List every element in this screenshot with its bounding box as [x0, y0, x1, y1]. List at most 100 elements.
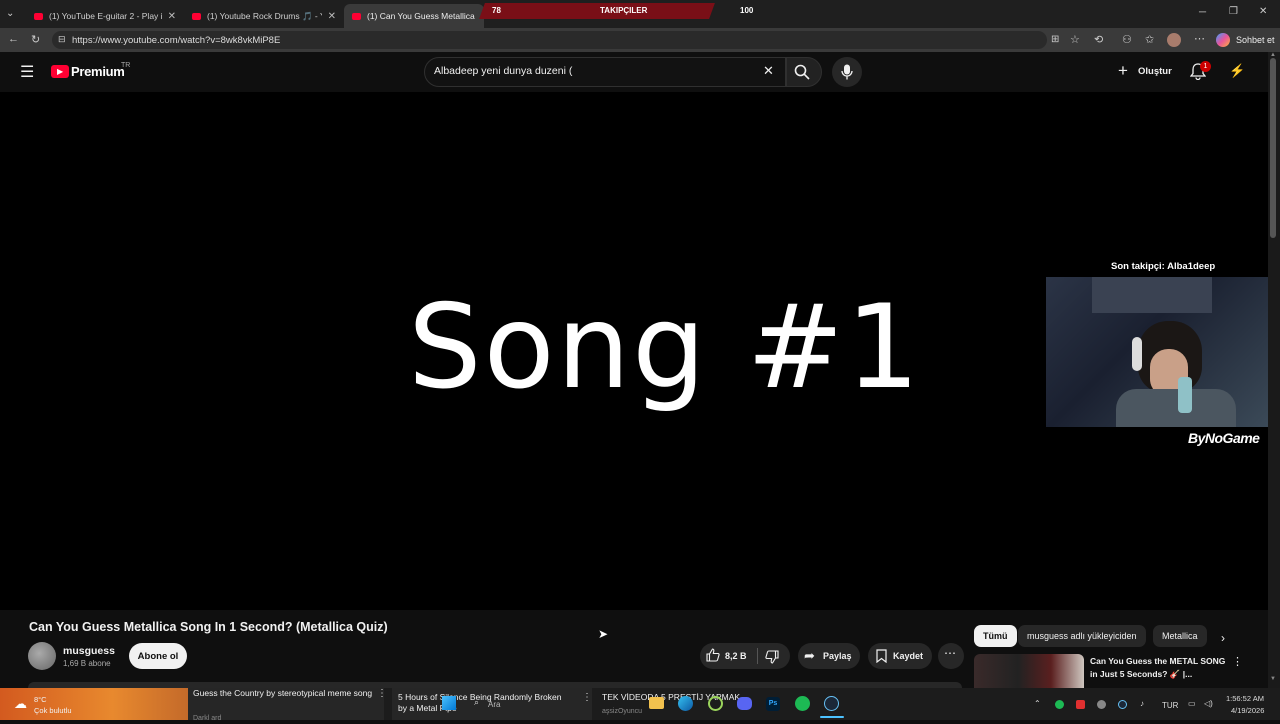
- xbox-icon[interactable]: [708, 696, 723, 711]
- channel-name[interactable]: musguess: [63, 645, 115, 657]
- tab-label: (1) Youtube Rock Drums 🎵 - You: [207, 10, 322, 21]
- page-scrollbar-thumb[interactable]: [1270, 58, 1276, 238]
- channel-avatar[interactable]: [28, 642, 56, 670]
- copilot-icon[interactable]: [1216, 33, 1230, 47]
- save-label[interactable]: Kaydet: [893, 651, 923, 661]
- back-icon[interactable]: ←: [8, 33, 19, 45]
- share-label[interactable]: Paylaş: [823, 651, 852, 661]
- video-overlay-text: Song #1: [408, 280, 922, 415]
- create-button-label[interactable]: Oluştur: [1138, 66, 1172, 77]
- tray-app-icon-3[interactable]: [1097, 700, 1106, 709]
- language-indicator[interactable]: TUR: [1162, 701, 1178, 710]
- follower-goal-label: TAKIPÇILER: [600, 6, 648, 15]
- tray-app-icon-1[interactable]: [1055, 700, 1064, 709]
- more-menu-icon[interactable]: ⋯: [1194, 32, 1205, 45]
- microphone-icon: [841, 64, 853, 80]
- stream-brand-logo: ByNoGame: [1188, 430, 1260, 446]
- scroll-down-icon[interactable]: ▼: [1270, 676, 1276, 682]
- notification-2-menu-icon[interactable]: ⋮: [582, 692, 592, 703]
- dislike-icon[interactable]: [765, 650, 779, 664]
- notification-1-title: Guess the Country by stereotypical meme …: [193, 688, 373, 698]
- tray-app-icon-4[interactable]: [1118, 700, 1127, 709]
- refresh-icon[interactable]: ↻: [31, 33, 40, 46]
- clear-search-icon[interactable]: ✕: [763, 63, 774, 79]
- tab-label: (1) YouTube E-guitar 2 - Play it wit: [49, 11, 162, 21]
- tab-e-guitar[interactable]: (1) YouTube E-guitar 2 - Play it wit ✕: [26, 4, 184, 28]
- close-tab-icon[interactable]: ✕: [168, 11, 176, 22]
- clock-time[interactable]: 1:56:52 AM: [1226, 694, 1264, 703]
- follower-count: 78: [492, 6, 501, 15]
- follower-goal-bar: [479, 3, 715, 19]
- edge-browser-icon[interactable]: [678, 696, 693, 711]
- share-icon: ➦: [804, 648, 815, 663]
- webcam-person-body: [1116, 389, 1236, 427]
- close-tab-icon[interactable]: ✕: [328, 11, 336, 22]
- chip-from-uploader[interactable]: musguess adlı yükleyiciden: [1018, 625, 1146, 647]
- tab-actions-icon[interactable]: ⌄: [6, 8, 14, 19]
- network-icon[interactable]: ▭: [1188, 699, 1196, 708]
- recommended-menu-icon[interactable]: ⋮: [1232, 655, 1243, 668]
- save-bookmark-icon: [876, 649, 887, 663]
- youtube-logo-text[interactable]: Premium: [71, 64, 125, 79]
- active-app-underline: [820, 716, 844, 718]
- taskbar-search-icon[interactable]: ⌕: [474, 697, 479, 708]
- spotify-icon[interactable]: [795, 696, 810, 711]
- profile-avatar-icon[interactable]: [1167, 33, 1181, 47]
- weather-desc: Çok bulutlu: [34, 706, 72, 715]
- recommended-thumbnail[interactable]: [974, 654, 1084, 688]
- chip-all[interactable]: Tümü: [974, 625, 1017, 647]
- like-count[interactable]: 8,2 B: [725, 651, 747, 661]
- like-divider: [757, 648, 758, 664]
- follower-goal-target: 100: [740, 6, 754, 15]
- file-explorer-icon[interactable]: [649, 697, 664, 709]
- taskbar-search-label[interactable]: Ara: [488, 699, 500, 710]
- chip-metallica[interactable]: Metallica: [1153, 625, 1207, 647]
- windows-start-icon[interactable]: [442, 696, 456, 710]
- site-info-icon[interactable]: ⊟: [58, 34, 66, 45]
- favorite-star-icon[interactable]: ☆: [1070, 33, 1080, 46]
- search-icon: [794, 64, 810, 80]
- like-icon[interactable]: [706, 648, 720, 662]
- weather-widget[interactable]: [0, 688, 188, 720]
- clock-date[interactable]: 4/19/2026: [1231, 706, 1264, 715]
- tab-metallica-active[interactable]: (1) Can You Guess Metallica Son: [344, 4, 484, 28]
- extensions-icon[interactable]: ⟲: [1094, 33, 1103, 46]
- tab-label: (1) Can You Guess Metallica Son: [367, 11, 476, 21]
- youtube-favicon-icon: [192, 12, 201, 20]
- copilot-label[interactable]: Sohbet et: [1236, 35, 1275, 45]
- menu-icon[interactable]: ☰: [20, 62, 34, 82]
- subscribe-button[interactable]: Abone ol: [129, 643, 187, 669]
- tray-mic-icon[interactable]: ♪: [1140, 699, 1144, 708]
- recommended-title[interactable]: Can You Guess the METAL SONG in Just 5 S…: [1090, 655, 1228, 680]
- volume-icon[interactable]: ◁): [1204, 699, 1213, 708]
- tab-rock-drums[interactable]: (1) Youtube Rock Drums 🎵 - You ✕: [184, 4, 344, 28]
- minimize-icon[interactable]: ─: [1199, 7, 1206, 18]
- apps-icon[interactable]: ⊞: [1051, 34, 1059, 45]
- youtube-favicon-icon: [352, 12, 361, 20]
- photoshop-icon[interactable]: Ps: [766, 697, 780, 711]
- maximize-icon[interactable]: ❐: [1229, 6, 1238, 17]
- notification-1-sub: Darkl ard: [193, 715, 222, 722]
- search-input-value[interactable]: Albadeep yeni dunya duzeni (: [434, 65, 572, 77]
- youtube-favicon-icon: [34, 12, 43, 20]
- webcam-headphones: [1132, 337, 1142, 371]
- steam-icon[interactable]: [824, 696, 839, 711]
- tray-overflow-icon[interactable]: ⌃: [1034, 699, 1041, 708]
- tray-app-icon-2[interactable]: [1076, 700, 1085, 709]
- notification-1-menu-icon[interactable]: ⋮: [377, 688, 387, 699]
- favorites-icon[interactable]: ✩: [1145, 33, 1154, 46]
- more-actions-icon: ⋯: [944, 646, 956, 660]
- webcam-shelf: [1092, 277, 1212, 313]
- create-plus-icon[interactable]: +: [1118, 61, 1128, 81]
- scroll-up-icon[interactable]: ▲: [1270, 52, 1276, 58]
- chips-next-icon[interactable]: ›: [1221, 631, 1225, 645]
- weather-cloud-icon: ☁: [14, 696, 27, 711]
- weather-temp: 8°C: [34, 695, 47, 704]
- close-window-icon[interactable]: ✕: [1259, 6, 1267, 17]
- url-text[interactable]: https://www.youtube.com/watch?v=8wk8vkMi…: [72, 35, 280, 46]
- mouse-cursor-icon: ➤: [598, 627, 609, 641]
- discord-icon[interactable]: [737, 697, 752, 710]
- notification-3-sub: aşsizOyuncu: [602, 708, 643, 715]
- account-avatar-icon[interactable]: ⚡: [1229, 63, 1245, 79]
- profile-extension-icon[interactable]: ⚇: [1122, 33, 1132, 46]
